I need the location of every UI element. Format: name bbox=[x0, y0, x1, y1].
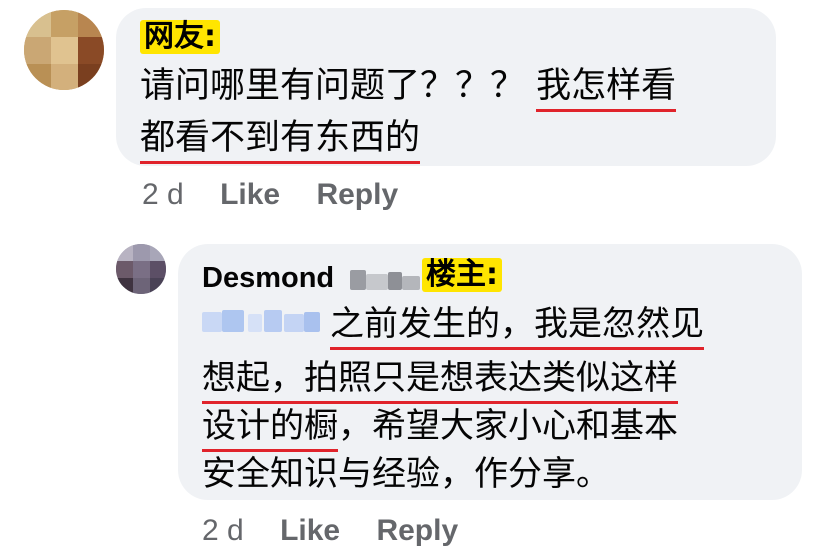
reply-text-highlighted: 之前发生的，我是忽然见 bbox=[330, 304, 704, 350]
author-tag-text: 楼主: bbox=[426, 257, 498, 292]
comment-text-highlighted: 我怎样看 bbox=[536, 66, 677, 112]
reply-text-line: 安全知识与经验，作分享。 bbox=[202, 452, 610, 496]
like-button[interactable]: Like bbox=[280, 514, 340, 547]
reply-text-line: 设计的橱，希望大家小心和基本 bbox=[202, 404, 678, 452]
author-tag: 楼主: bbox=[422, 258, 502, 292]
reply-text: ，希望大家小心和基本 bbox=[338, 406, 678, 446]
comment-text-line: 请问哪里有问题了？？？ 我怎样看 bbox=[140, 64, 677, 112]
timestamp: 2 d bbox=[142, 178, 184, 211]
commenter-avatar[interactable] bbox=[24, 10, 104, 90]
reply-text-line: 之前发生的，我是忽然见 bbox=[330, 302, 704, 350]
commenter-tag-text: 网友: bbox=[144, 19, 216, 54]
reply-text-highlighted: 想起，拍照只是想表达类似这样 bbox=[202, 358, 678, 404]
reply-text-line: 想起，拍照只是想表达类似这样 bbox=[202, 356, 678, 404]
comment-text: 请问哪里有问题了？？？ bbox=[140, 66, 526, 106]
reply-button[interactable]: Reply bbox=[316, 178, 398, 211]
author-avatar[interactable] bbox=[116, 244, 166, 294]
like-button[interactable]: Like bbox=[220, 178, 280, 211]
commenter-tag: 网友: bbox=[140, 20, 220, 54]
comment-text-highlighted: 都看不到有东西的 bbox=[140, 118, 421, 164]
comment-actions: 2 d Like Reply bbox=[142, 178, 398, 212]
reply-button[interactable]: Reply bbox=[376, 514, 458, 547]
comment-text-line: 都看不到有东西的 bbox=[140, 116, 421, 164]
author-name-line: Desmond bbox=[202, 260, 334, 296]
author-name[interactable]: Desmond bbox=[202, 262, 334, 294]
reply-text-highlighted: 设计的橱 bbox=[202, 406, 338, 452]
timestamp: 2 d bbox=[202, 514, 244, 547]
reply-actions: 2 d Like Reply bbox=[202, 514, 458, 548]
reply-text: 安全知识与经验，作分享。 bbox=[202, 454, 610, 494]
blurred-surname bbox=[350, 268, 420, 292]
blurred-mention[interactable] bbox=[202, 306, 322, 336]
